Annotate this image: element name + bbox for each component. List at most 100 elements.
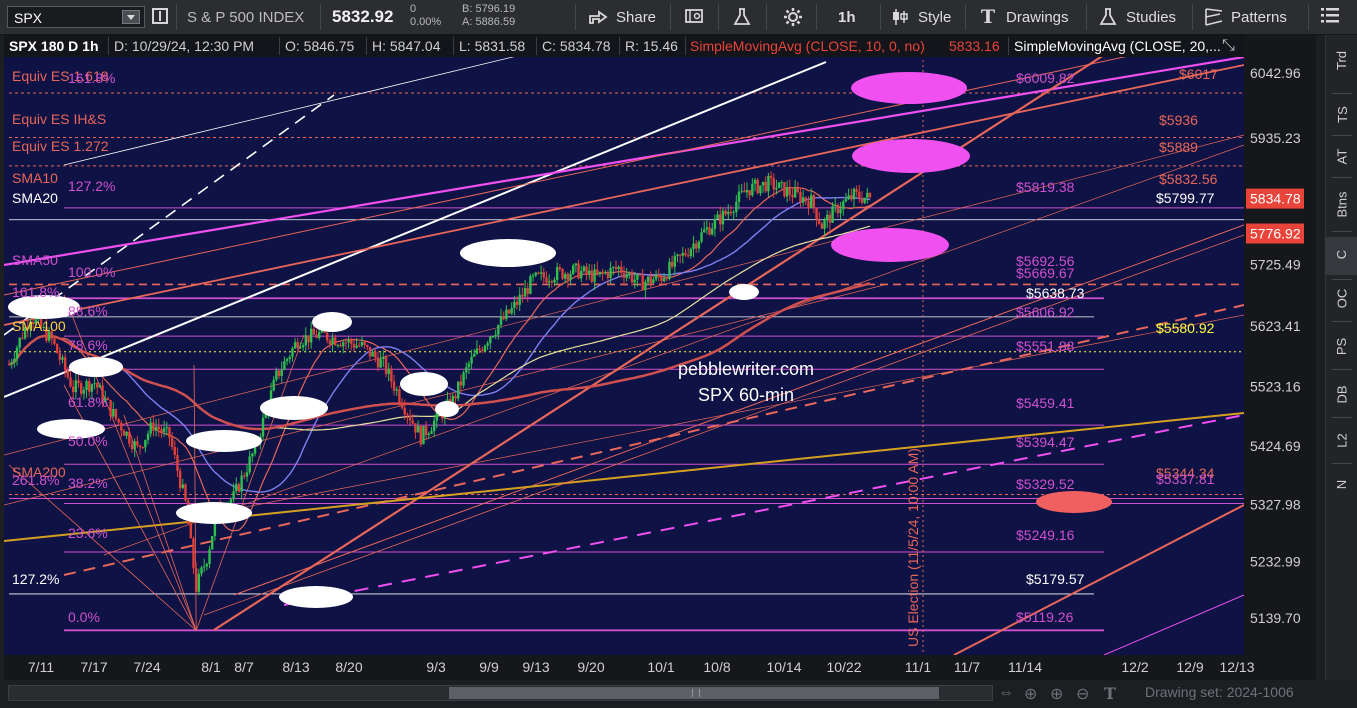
fib-label-left: 88.6% [68,303,108,319]
candle-body [537,272,540,274]
candle-body [430,431,433,434]
sidebar-item-label: OC [1334,288,1350,309]
candle-body [309,328,313,343]
candle-body [670,261,674,267]
drawings-button[interactable]: Drawings [1006,9,1069,26]
sidebar-item-btns[interactable]: Btns [1326,191,1357,217]
candle-body [633,279,636,283]
symbol-description: S & P 500 INDEX [187,9,305,26]
flask-icon[interactable] [732,7,752,27]
price-axis[interactable]: 6042.96 5935.23 5834.78 5776.92 5725.49 5623.… [1244,35,1316,655]
patterns-button[interactable]: Patterns [1231,9,1287,26]
candle-body [419,425,422,445]
candle-body [248,456,251,473]
price-tick-label: 5623.41 [1250,318,1301,334]
fib-label-left: 61.8% [68,394,108,410]
sidebar-item-at[interactable]: AT [1326,149,1357,165]
studies-button[interactable]: Studies [1126,9,1176,26]
candle-body [697,241,701,249]
crosshair-icon[interactable]: ⊕ [1024,684,1037,704]
sidebar-item-n[interactable]: N [1326,477,1357,492]
symbol-selector[interactable]: SPX [7,6,145,28]
studies-flask-icon[interactable] [1098,7,1118,27]
sidebar-item-oc[interactable]: OC [1326,288,1357,309]
level-label-left: Equiv ES 1.272 [12,138,109,154]
candle-body [112,408,115,417]
sidebar-item-ts[interactable]: TS [1326,106,1357,123]
candle-body [612,267,615,269]
candle-body [494,334,497,337]
interval-button[interactable]: 1h [838,9,856,26]
candle-body [467,363,471,368]
candle-body [852,189,856,200]
candle-body [842,201,845,210]
candle-body [542,272,545,278]
toolbar-divider [965,4,966,30]
sidebar-item-db[interactable]: DB [1326,385,1357,403]
sidebar-item-ps[interactable]: PS [1326,338,1357,355]
candle-body [331,337,334,345]
candle-body [684,252,687,256]
candle-body [708,227,711,235]
watermark-label: SPX 60-min [698,385,794,405]
time-axis[interactable]: 7/11 7/17 7/24 8/1 8/7 8/13 8/20 9/3 9/9 9/13 9/20… [4,655,1316,680]
collapse-arrows-icon[interactable]: ⇔ [998,684,1014,702]
candle-body [510,307,513,314]
text-tool-icon[interactable]: T [1104,684,1116,703]
sma20-study-label[interactable]: SimpleMovingAvg (CLOSE, 20,... [1014,38,1221,54]
candle-body [705,227,709,230]
bar-date: D: 10/29/24, 12:30 PM [114,38,255,54]
drawing-text-icon[interactable]: T [978,7,998,27]
candle-body [473,353,476,357]
level-label-right: $5819.38 [1016,179,1075,195]
zoom-out-icon[interactable]: ⊖ [1076,684,1089,704]
header-divider [685,37,686,55]
sidebar-item-c[interactable]: C [1326,237,1357,275]
candle-body [817,219,821,224]
menu-list-icon[interactable] [1320,7,1340,27]
chevron-down-icon[interactable] [122,10,140,24]
collapse-icon[interactable]: ⤡ [1222,37,1235,55]
candle-body [826,214,829,220]
candle-body [665,278,668,280]
candle-body [366,344,369,347]
sidebar-item-trd[interactable]: Trd [1326,51,1357,70]
candle-body [470,356,473,364]
gear-icon[interactable] [783,7,803,27]
chart-settings-icon[interactable] [684,7,704,27]
sidebar-item-l2[interactable]: L2 [1326,433,1357,448]
share-button[interactable]: Share [616,9,656,26]
bar-range: R: 15.46 [625,38,678,54]
candle-body [716,214,719,219]
candle-body [678,254,682,256]
chart-plot-area[interactable]: Equiv ES 1.618 Equiv ES IH&S Equiv ES 1.27… [4,35,1244,655]
candle-body [724,210,727,215]
price-tick-label: 5139.70 [1250,610,1301,626]
time-tick-label: 8/20 [335,659,362,675]
header-divider [536,37,537,55]
link-icon[interactable] [150,7,170,27]
chart-scrollbar[interactable] [8,685,993,701]
fib-label-left: 127.2% [68,178,115,194]
candle-body [772,178,775,190]
candlestick-style-icon[interactable] [890,7,910,27]
candle-body [208,549,211,564]
fib-label-left: 161.8% [12,284,59,300]
candle-body [168,427,171,438]
style-button[interactable]: Style [918,9,951,26]
zoom-in-icon[interactable]: ⊕ [1050,684,1063,704]
share-icon[interactable] [588,7,608,27]
candle-body [855,189,858,192]
price-chart[interactable]: Equiv ES 1.618Equiv ES IH&SEquiv ES 1.27… [4,35,1244,655]
candle-body [457,381,460,399]
candle-body [834,204,837,207]
candle-body [459,381,463,386]
sidebar-divider [1332,463,1352,464]
candle-body [350,339,353,344]
candle-body [181,484,185,489]
candle-body [173,447,176,455]
sma10-study-label[interactable]: SimpleMovingAvg (CLOSE, 10, 0, no) [690,38,925,54]
symbol-input[interactable]: SPX [14,10,42,26]
time-axis-svg: 7/11 7/17 7/24 8/1 8/7 8/13 8/20 9/3 9/9 9/13 9/20… [28,659,1255,675]
patterns-icon[interactable] [1204,7,1224,27]
